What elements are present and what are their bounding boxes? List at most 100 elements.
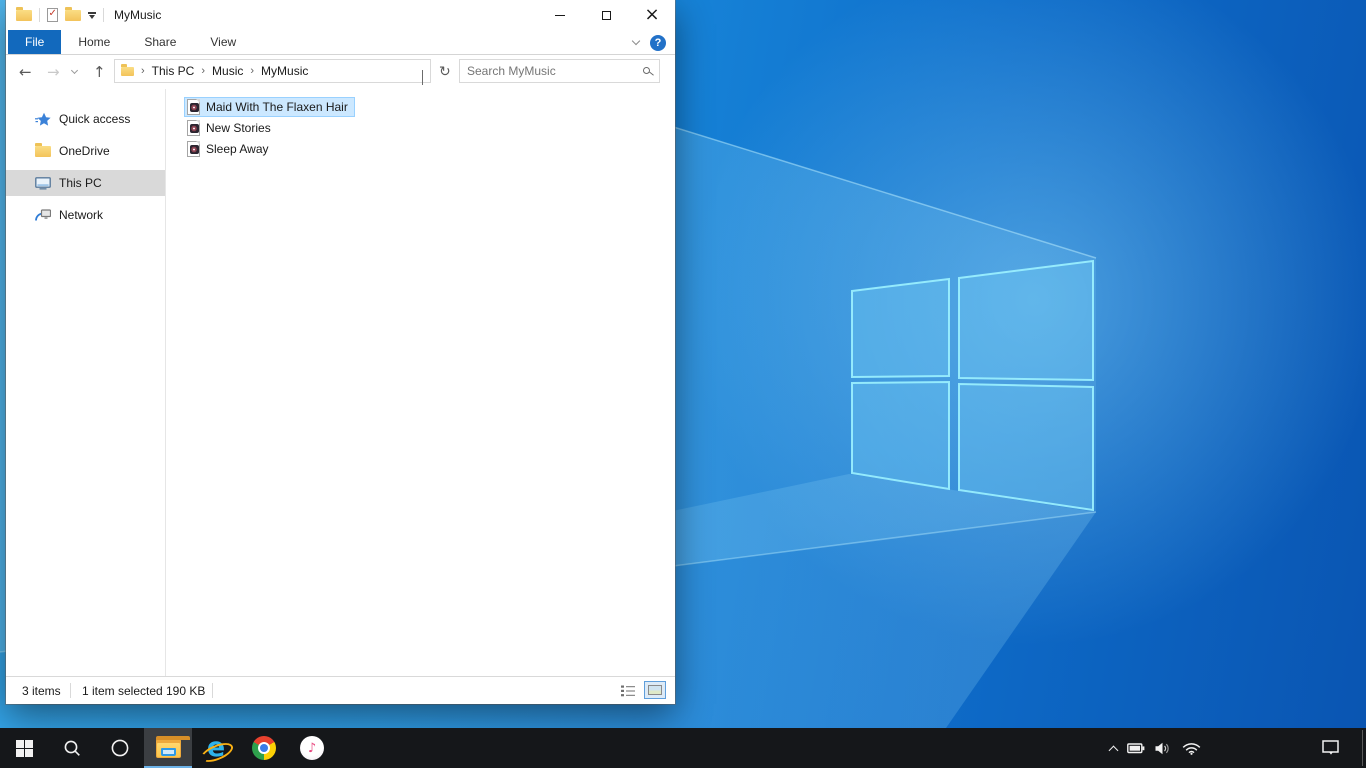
file-row[interactable]: New Stories bbox=[184, 118, 278, 138]
check-icon: ✓ bbox=[48, 8, 57, 19]
chrome-icon bbox=[252, 736, 276, 760]
quick-access-star-icon bbox=[34, 111, 51, 127]
divider bbox=[212, 683, 213, 698]
breadcrumb-music[interactable]: Music bbox=[212, 64, 243, 78]
show-desktop-button[interactable] bbox=[1362, 730, 1363, 766]
tab-share[interactable]: Share bbox=[127, 30, 193, 54]
music-note-icon: ♪ bbox=[307, 740, 317, 756]
sidebar-item-label: OneDrive bbox=[59, 144, 110, 158]
ribbon-tab-row: File Home Share View ? bbox=[6, 30, 675, 55]
taskbar-itunes-button[interactable]: ♪ bbox=[288, 728, 336, 768]
action-center-icon bbox=[1322, 740, 1339, 755]
maximize-button[interactable] bbox=[583, 0, 629, 30]
desktop: ✓ MyMusic × File Home Share View ? ← → ↑… bbox=[0, 0, 1366, 768]
address-dropdown-chevron-icon[interactable] bbox=[422, 70, 423, 85]
properties-qat-icon[interactable]: ✓ bbox=[47, 8, 58, 22]
back-button[interactable]: ← bbox=[19, 55, 32, 88]
divider bbox=[39, 8, 40, 22]
cortana-circle-icon bbox=[111, 739, 129, 757]
sidebar-item-onedrive[interactable]: OneDrive bbox=[6, 138, 165, 164]
divider bbox=[70, 683, 71, 698]
status-bar: 3 items 1 item selected 190 KB bbox=[6, 676, 675, 704]
tab-file[interactable]: File bbox=[8, 30, 62, 54]
start-button[interactable] bbox=[0, 728, 48, 768]
minimize-icon bbox=[555, 14, 565, 16]
taskbar: e ♪ bbox=[0, 728, 1366, 768]
thumbnail-icon bbox=[648, 685, 662, 695]
tab-view[interactable]: View bbox=[193, 30, 253, 54]
tab-home-label: Home bbox=[78, 35, 111, 49]
details-view-button[interactable] bbox=[621, 685, 635, 697]
navigation-pane: Quick access OneDrive This PC Network bbox=[6, 89, 166, 676]
close-button[interactable]: × bbox=[629, 0, 675, 30]
up-button[interactable]: ↑ bbox=[93, 55, 106, 88]
file-row[interactable]: Sleep Away bbox=[184, 139, 276, 159]
quick-access-toolbar: ✓ MyMusic bbox=[16, 0, 161, 30]
system-tray bbox=[1108, 728, 1201, 768]
app-folder-icon bbox=[16, 6, 32, 21]
explorer-content: Quick access OneDrive This PC Network Ma… bbox=[6, 89, 675, 676]
file-name: Maid With The Flaxen Hair bbox=[206, 99, 348, 114]
recent-locations-chevron-icon[interactable] bbox=[70, 55, 79, 88]
onedrive-folder-icon bbox=[34, 142, 51, 159]
taskbar-file-explorer-button[interactable] bbox=[144, 728, 192, 768]
volume-icon[interactable] bbox=[1155, 742, 1172, 755]
file-name: Sleep Away bbox=[206, 141, 269, 156]
file-explorer-window: ✓ MyMusic × File Home Share View ? ← → ↑… bbox=[6, 0, 675, 704]
taskbar-internet-explorer-button[interactable]: e bbox=[192, 728, 240, 768]
battery-icon[interactable] bbox=[1127, 742, 1145, 754]
music-file-icon bbox=[187, 140, 200, 157]
breadcrumb-separator-icon: › bbox=[250, 65, 255, 77]
breadcrumb-separator-icon: › bbox=[201, 65, 206, 77]
hidden-icons-chevron-icon[interactable] bbox=[1108, 745, 1119, 755]
network-icon bbox=[34, 207, 51, 223]
search-input[interactable] bbox=[460, 64, 659, 78]
action-center-button[interactable] bbox=[1322, 728, 1340, 768]
ribbon-right-controls: ? bbox=[631, 30, 666, 55]
file-row-selected[interactable]: Maid With The Flaxen Hair bbox=[184, 96, 355, 117]
help-button[interactable]: ? bbox=[650, 34, 666, 51]
window-title: MyMusic bbox=[114, 8, 162, 22]
close-icon: × bbox=[644, 4, 660, 25]
divider bbox=[103, 8, 104, 22]
forward-button: → bbox=[47, 62, 60, 81]
large-icons-view-button[interactable] bbox=[644, 681, 666, 699]
taskbar-search-button[interactable] bbox=[48, 728, 96, 768]
itunes-icon: ♪ bbox=[300, 736, 324, 760]
sidebar-item-this-pc[interactable]: This PC bbox=[6, 170, 165, 196]
taskbar-chrome-button[interactable] bbox=[240, 728, 288, 768]
music-file-icon bbox=[187, 98, 200, 115]
internet-explorer-icon: e bbox=[206, 732, 226, 763]
search-icon bbox=[643, 67, 650, 74]
address-folder-icon bbox=[121, 64, 134, 76]
breadcrumb-this-pc[interactable]: This PC bbox=[152, 64, 195, 78]
minimize-ribbon-chevron-icon[interactable] bbox=[631, 36, 641, 46]
sidebar-item-label: Quick access bbox=[59, 112, 131, 126]
customize-qat-dropdown-icon[interactable] bbox=[88, 12, 96, 19]
new-folder-qat-icon[interactable] bbox=[65, 6, 81, 21]
music-file-icon bbox=[187, 119, 200, 136]
address-bar[interactable]: › This PC › Music › MyMusic bbox=[114, 59, 431, 85]
search-box[interactable] bbox=[459, 59, 660, 83]
address-bar-row: ← → ↑ › This PC › Music › MyMusic ↻ bbox=[6, 55, 675, 88]
breadcrumb-separator-icon: › bbox=[141, 65, 145, 77]
tab-file-label: File bbox=[25, 35, 45, 49]
sidebar-item-label: Network bbox=[59, 208, 104, 222]
status-selection: 1 item selected bbox=[82, 683, 163, 698]
status-item-count: 3 items bbox=[22, 683, 61, 698]
minimize-button[interactable] bbox=[537, 0, 583, 30]
sidebar-item-network[interactable]: Network bbox=[6, 202, 165, 228]
tab-share-label: Share bbox=[144, 35, 177, 49]
cortana-button[interactable] bbox=[96, 728, 144, 768]
breadcrumb-mymusic[interactable]: MyMusic bbox=[261, 64, 308, 78]
refresh-button[interactable]: ↻ bbox=[439, 55, 451, 88]
file-list: Maid With The Flaxen Hair New Stories Sl… bbox=[166, 89, 355, 676]
search-icon bbox=[64, 740, 80, 756]
tab-home[interactable]: Home bbox=[61, 30, 127, 54]
wifi-icon[interactable] bbox=[1182, 741, 1201, 755]
sidebar-item-quick-access[interactable]: Quick access bbox=[6, 106, 165, 132]
file-name: New Stories bbox=[206, 120, 271, 135]
this-pc-monitor-icon bbox=[34, 175, 51, 191]
maximize-icon bbox=[601, 10, 611, 20]
window-controls: × bbox=[537, 0, 675, 30]
